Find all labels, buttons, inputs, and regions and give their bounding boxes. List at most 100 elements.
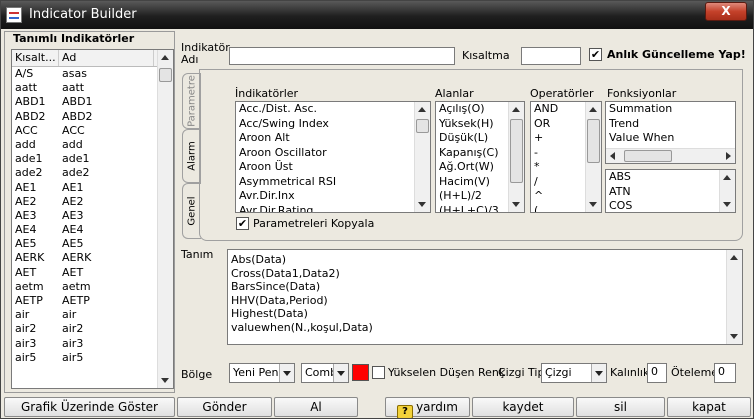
table-row[interactable]: AETP AETP — [12, 294, 173, 308]
fields-scrollbar[interactable] — [508, 102, 524, 212]
indicator-item[interactable]: Acc./Dist. Asc. — [236, 102, 430, 117]
scroll-down-icon[interactable] — [589, 202, 597, 207]
function-item[interactable]: ABS — [606, 170, 735, 185]
scroll-down-icon[interactable] — [418, 202, 426, 207]
table-row[interactable]: aatt aatt — [12, 81, 173, 95]
offset-input[interactable]: 0 — [714, 363, 736, 383]
scroll-left-icon[interactable] — [610, 152, 615, 160]
close-button[interactable]: X — [705, 2, 747, 21]
live-update-checkbox[interactable]: ✔ — [589, 48, 602, 61]
copy-parameters-checkbox[interactable]: ✔ — [236, 217, 249, 230]
scroll-thumb[interactable] — [510, 119, 523, 183]
scroll-down-icon[interactable] — [723, 202, 731, 207]
indikator-label-2: Adı — [181, 53, 199, 66]
function-item[interactable]: COS — [606, 199, 735, 212]
table-row[interactable]: AET AET — [12, 266, 173, 280]
help-button[interactable]: ? yardım — [385, 397, 470, 418]
indicators-listbox[interactable]: Acc./Dist. Asc. Acc/Swing Index Aroon Alt A… — [235, 101, 431, 213]
line-type-select[interactable]: Çizgi — [541, 363, 607, 383]
scroll-down-icon[interactable] — [161, 378, 169, 383]
table-row[interactable]: ade1 ade1 — [12, 152, 173, 166]
table-row[interactable]: ABD1 ABD1 — [12, 95, 173, 109]
definition-textarea[interactable]: Abs(Data) Cross(Data1,Data2) BarsSince(Dat… — [227, 249, 743, 345]
defined-indicators-list[interactable]: Kısalt... Ad A/S asas aatt aatt ABD1 ABD1 ABD2… — [11, 49, 174, 389]
functions-horizontal-scrollbar[interactable] — [606, 148, 735, 163]
table-row[interactable]: air5 air5 — [12, 351, 173, 365]
definition-scrollbar[interactable] — [726, 250, 742, 344]
column-header-short[interactable]: Kısalt... — [12, 50, 59, 66]
rising-falling-color-checkbox[interactable] — [372, 366, 385, 379]
scroll-right-icon[interactable] — [726, 152, 731, 160]
table-row[interactable]: AERK AERK — [12, 251, 173, 265]
scroll-thumb[interactable] — [416, 119, 429, 133]
scroll-up-icon[interactable] — [161, 55, 169, 60]
scroll-thumb[interactable] — [624, 150, 672, 162]
close-window-button[interactable]: kapat — [667, 397, 751, 417]
table-row[interactable]: ACC ACC — [12, 124, 173, 138]
function-item[interactable]: Trend — [606, 117, 735, 132]
operators-scrollbar[interactable] — [585, 102, 601, 212]
table-row[interactable]: aetm aetm — [12, 280, 173, 294]
indicator-item[interactable]: Avr.Dir.Inx — [236, 189, 430, 204]
chevron-down-icon[interactable] — [279, 364, 294, 382]
table-row[interactable]: A/S asas — [12, 67, 173, 81]
functions2-scrollbar[interactable] — [719, 170, 735, 212]
indicator-item[interactable]: Aroon Üst — [236, 160, 430, 175]
scroll-up-icon[interactable] — [418, 107, 426, 112]
delete-button[interactable]: sil — [576, 397, 665, 417]
chevron-down-icon[interactable] — [333, 364, 348, 382]
short-name-input[interactable] — [521, 47, 581, 65]
region-select[interactable]: Yeni Pencere — [229, 363, 295, 383]
title-bar[interactable]: Indicator Builder X — [1, 1, 753, 29]
list-vertical-scrollbar[interactable] — [157, 50, 173, 388]
comb-select[interactable]: Comb — [301, 363, 349, 383]
thickness-input[interactable]: 0 — [647, 363, 667, 383]
row-name: ACC — [62, 123, 85, 137]
scroll-down-icon[interactable] — [730, 334, 738, 339]
scroll-thumb[interactable] — [587, 119, 600, 163]
table-row[interactable]: AE4 AE4 — [12, 223, 173, 237]
functions-list-2[interactable]: ABS ATN COS — [605, 169, 736, 213]
scroll-thumb[interactable] — [159, 68, 172, 82]
show-on-chart-button[interactable]: Grafik Üzerinde Göster — [4, 397, 175, 417]
table-row[interactable]: add add — [12, 138, 173, 152]
function-item[interactable]: Value When — [606, 131, 735, 146]
table-row[interactable]: air air — [12, 308, 173, 322]
functions-listbox[interactable]: Summation Trend Value When — [605, 101, 736, 164]
send-button[interactable]: Gönder — [177, 397, 272, 417]
table-row[interactable]: AE5 AE5 — [12, 237, 173, 251]
table-row[interactable]: ABD2 ABD2 — [12, 110, 173, 124]
column-header-name[interactable]: Ad — [59, 50, 154, 66]
indicator-item[interactable]: Acc/Swing Index — [236, 117, 430, 132]
row-short-name: ade2 — [15, 166, 43, 180]
color-swatch[interactable] — [352, 364, 369, 381]
scroll-up-icon[interactable] — [723, 175, 731, 180]
indicator-item[interactable]: Asymmetrical RSI — [236, 175, 430, 190]
indicator-name-input[interactable] — [229, 47, 455, 65]
table-row[interactable]: AE3 AE3 — [12, 209, 173, 223]
scroll-up-icon[interactable] — [512, 107, 520, 112]
indicator-item[interactable]: Aroon Oscillator — [236, 146, 430, 161]
row-short-name: air — [15, 308, 30, 322]
function-item[interactable]: Summation — [606, 102, 735, 117]
function-item[interactable]: ATN — [606, 185, 735, 200]
table-row[interactable]: AE1 AE1 — [12, 181, 173, 195]
indicator-item[interactable]: Avr.Dir.Rating — [236, 204, 430, 213]
row-short-name: AE4 — [15, 223, 37, 237]
get-button[interactable]: Al — [274, 397, 358, 417]
fields-listbox[interactable]: Açılış(O) Yüksek(H) Düşük(L) Kapanış(C) Ağ.O… — [435, 101, 525, 213]
scroll-up-icon[interactable] — [730, 255, 738, 260]
table-row[interactable]: ade2 ade2 — [12, 166, 173, 180]
table-row[interactable]: air3 air3 — [12, 337, 173, 351]
chevron-down-icon[interactable] — [591, 364, 606, 382]
table-row[interactable]: AE2 AE2 — [12, 195, 173, 209]
scroll-up-icon[interactable] — [589, 107, 597, 112]
row-name: AE4 — [62, 223, 84, 237]
indicator-item[interactable]: Aroon Alt — [236, 131, 430, 146]
table-row[interactable]: air2 air2 — [12, 322, 173, 336]
help-icon: ? — [397, 405, 414, 418]
save-button[interactable]: kaydet — [472, 397, 574, 417]
indicators-scrollbar[interactable] — [414, 102, 430, 212]
scroll-down-icon[interactable] — [512, 202, 520, 207]
operators-listbox[interactable]: AND OR + - * / ^( — [530, 101, 602, 213]
